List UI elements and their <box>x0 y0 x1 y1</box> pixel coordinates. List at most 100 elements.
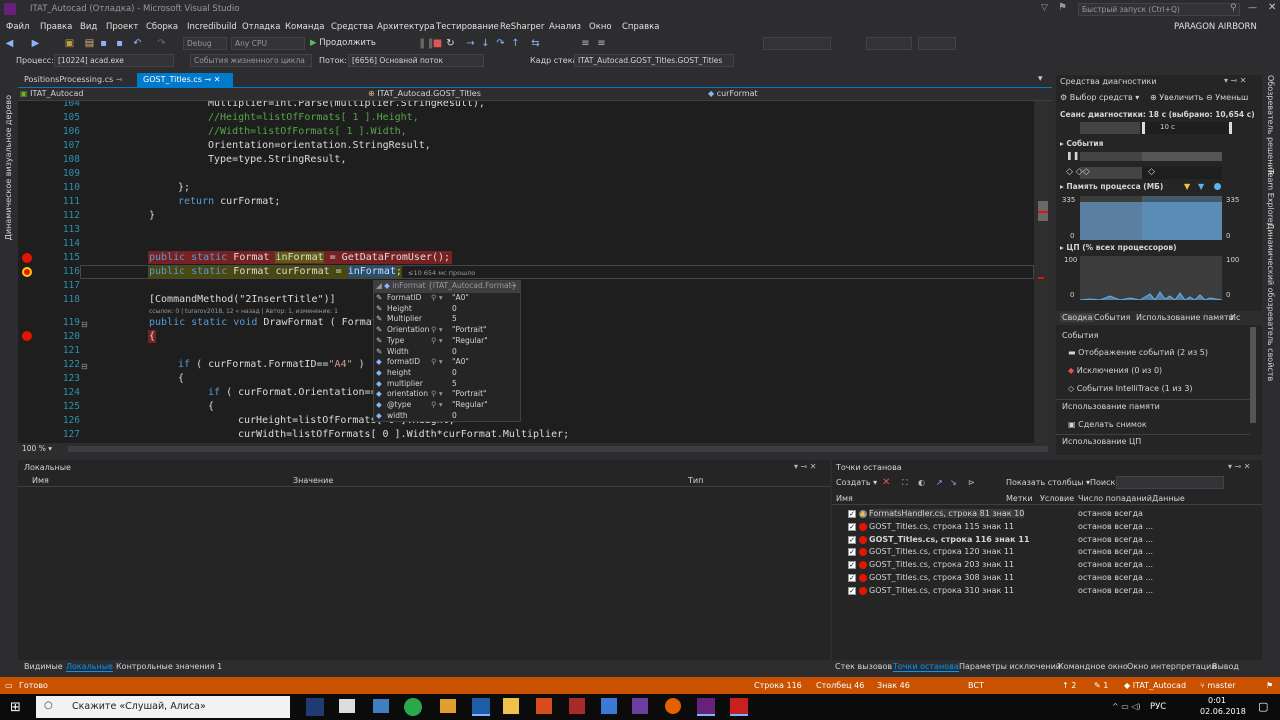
tab-cpu-usage[interactable]: Ис <box>1230 313 1240 322</box>
tab-autos[interactable]: Видимые <box>24 662 63 671</box>
notification-icon[interactable]: ⚑ <box>1058 2 1067 13</box>
datatip-value[interactable]: "Portrait" <box>452 389 486 398</box>
datatip-row[interactable]: ✎ Multiplier 5 <box>374 314 520 325</box>
text-visualizer-icon[interactable]: ⚲ ▾ <box>431 400 443 409</box>
toggle-all-icon[interactable]: ◐ <box>918 478 925 487</box>
member-dropdown[interactable]: ◆ curFormat <box>708 89 1038 98</box>
zoom-select[interactable]: 100 % ▾ <box>22 444 52 453</box>
datatip-row[interactable]: ◆ orientation ⚲ ▾ "Portrait" <box>374 389 520 400</box>
menu-debug[interactable]: Отладка <box>242 22 281 32</box>
datatip-value[interactable]: "Regular" <box>452 400 488 409</box>
back-icon[interactable]: ◀ <box>4 38 15 49</box>
firefox-icon[interactable] <box>665 698 681 714</box>
user-name[interactable]: PARAGON AIRBORN <box>1174 22 1257 32</box>
tab-locals[interactable]: Локальные <box>66 662 113 672</box>
tab-command-window[interactable]: Командное окно <box>1058 662 1128 671</box>
text-visualizer-icon[interactable]: ⚲ ▾ <box>431 325 443 334</box>
events-section-title[interactable]: ▸ События <box>1060 139 1103 148</box>
menu-test[interactable]: Тестирование <box>436 22 499 32</box>
zoom-out-button[interactable]: ⊖ Уменьш <box>1206 93 1248 102</box>
goto-source-icon[interactable]: ⊳ <box>968 478 975 487</box>
team-explorer-tab[interactable]: Team Explorer <box>1266 169 1275 226</box>
tab-gost-titles[interactable]: GOST_Titles.cs ⊸ ✕ <box>137 73 233 88</box>
breakpoint-row[interactable]: ✓ GOST_Titles.cs, строка 115 знак 11 остан… <box>834 521 1260 533</box>
taskbar-app-icon[interactable] <box>472 698 490 716</box>
show-columns-button[interactable]: Показать столбцы ▾ <box>1006 478 1090 487</box>
datatip[interactable]: ◢ ◆ inFormat {ITAT_Autocad.Format} ⊸ ✎ Fo… <box>373 280 521 422</box>
redo-icon[interactable]: ↷ <box>156 38 167 49</box>
datatip-value[interactable]: "A0" <box>452 357 469 366</box>
task-search-box[interactable]: ○ Скажите «Слушай, Алиса» <box>36 696 290 718</box>
taskbar-app-icon[interactable] <box>373 699 389 713</box>
col-labels[interactable]: Метки <box>1006 494 1033 503</box>
close-icon[interactable]: ✕ <box>214 75 221 84</box>
forward-icon[interactable]: ▶ <box>30 38 41 49</box>
bell-icon[interactable]: ⚑ <box>1266 681 1273 690</box>
cpu-graph[interactable] <box>1080 256 1222 300</box>
minimize-button[interactable]: — <box>1248 3 1257 13</box>
breakpoint-row[interactable]: ✓ GOST_Titles.cs, строка 308 знак 11 остан… <box>834 572 1260 584</box>
project-dropdown[interactable]: ▣ ITAT_Autocad <box>20 89 340 98</box>
search-input[interactable] <box>1116 476 1224 489</box>
export-icon[interactable]: ↗ <box>936 478 943 487</box>
open-icon[interactable]: ▤ <box>84 38 95 49</box>
tab-positions-processing[interactable]: PositionsProcessing.cs ⊸ <box>18 73 134 88</box>
stop-icon[interactable]: ■ <box>432 38 443 49</box>
datatip-value[interactable]: 5 <box>452 314 457 323</box>
show-events-link[interactable]: ▬ Отображение событий (2 из 5) <box>1068 348 1208 357</box>
col-condition[interactable]: Условие <box>1040 494 1074 503</box>
event-diamond-icon[interactable]: ◇ <box>1148 167 1155 177</box>
menu-help[interactable]: Справка <box>622 22 659 32</box>
tray-icons[interactable]: ^ ▭ ◁) <box>1112 702 1141 711</box>
menu-file[interactable]: Файл <box>6 22 29 32</box>
menu-analyze[interactable]: Анализ <box>549 22 581 32</box>
select-tools-button[interactable]: ⚙ Выбор средств ▾ <box>1060 93 1139 102</box>
breakpoint-checkbox[interactable]: ✓ <box>848 522 856 531</box>
pin-icon[interactable]: ⊸ <box>510 281 516 290</box>
timeline-selection[interactable] <box>1142 122 1232 134</box>
breakpoint-row[interactable]: ✓ GOST_Titles.cs, строка 203 знак 11 остан… <box>834 559 1260 571</box>
datatip-row[interactable]: ✎ FormatID ⚲ ▾ "A0" <box>374 293 520 304</box>
class-dropdown[interactable]: ⊕ ITAT_Autocad.GOST_Titles <box>368 89 698 98</box>
step-over-icon[interactable]: ↷ <box>495 38 506 49</box>
breakpoint-checkbox[interactable]: ✓ <box>848 574 856 582</box>
taskbar-app-icon[interactable] <box>306 698 324 716</box>
col-name[interactable]: Имя <box>836 494 853 503</box>
tab-breakpoints[interactable]: Точки останова <box>893 662 959 672</box>
continue-button[interactable]: ▶ Продолжить <box>310 38 376 48</box>
datatip-row[interactable]: ✎ Type ⚲ ▾ "Regular" <box>374 336 520 347</box>
delete-all-icon[interactable]: ⛶ <box>902 478 908 488</box>
menu-window[interactable]: Окно <box>589 22 612 32</box>
taskbar-app-icon[interactable] <box>601 698 617 714</box>
expand-icon[interactable]: ◢ <box>376 281 382 290</box>
col-data[interactable]: Данные <box>1152 494 1185 503</box>
breakpoint-icon[interactable] <box>22 253 32 263</box>
datatip-row[interactable]: ◆ multiplier 5 <box>374 379 520 390</box>
collapse-icon[interactable]: ⊟ <box>81 320 88 329</box>
panel-controls[interactable]: ▾ ⊸ ✕ <box>1228 462 1251 471</box>
taskbar-app-icon[interactable] <box>536 698 552 714</box>
toolbar-select-3[interactable] <box>918 37 956 50</box>
col-hit-count[interactable]: Число попаданий <box>1078 494 1152 503</box>
breakpoint-icon[interactable] <box>22 331 32 341</box>
filter-icon[interactable]: ▽ <box>1041 3 1048 13</box>
cpu-section-title[interactable]: ▸ ЦП (% всех процессоров) <box>1060 243 1177 252</box>
exceptions-link[interactable]: ◆ Исключения (0 из 0) <box>1068 366 1162 375</box>
step-into-icon[interactable]: ↓ <box>480 38 491 49</box>
show-next-statement-icon[interactable]: → <box>465 38 476 49</box>
breakpoint-checkbox[interactable]: ✓ <box>848 535 856 544</box>
toolbar-select-2[interactable] <box>866 37 912 50</box>
text-visualizer-icon[interactable]: ⚲ ▾ <box>431 357 443 366</box>
tab-summary[interactable]: Сводка <box>1060 313 1095 322</box>
configuration-select[interactable]: Debug <box>183 37 227 50</box>
tab-watch-1[interactable]: Контрольные значения 1 <box>116 662 222 671</box>
taskbar-app-icon[interactable] <box>404 698 422 716</box>
close-button[interactable]: ✕ <box>1268 2 1276 13</box>
memory-section-title[interactable]: ▸ Память процесса (МБ) <box>1060 182 1163 191</box>
datatip-row[interactable]: ✎ Height 0 <box>374 304 520 315</box>
platform-select[interactable]: Any CPU <box>231 37 305 50</box>
tab-overflow-icon[interactable]: ▾ <box>1038 74 1043 84</box>
save-icon[interactable]: ▪ <box>98 38 109 49</box>
breakpoint-row[interactable]: ✓ GOST_Titles.cs, строка 310 знак 11 остан… <box>834 585 1260 597</box>
step-out-icon[interactable]: ↑ <box>510 38 521 49</box>
